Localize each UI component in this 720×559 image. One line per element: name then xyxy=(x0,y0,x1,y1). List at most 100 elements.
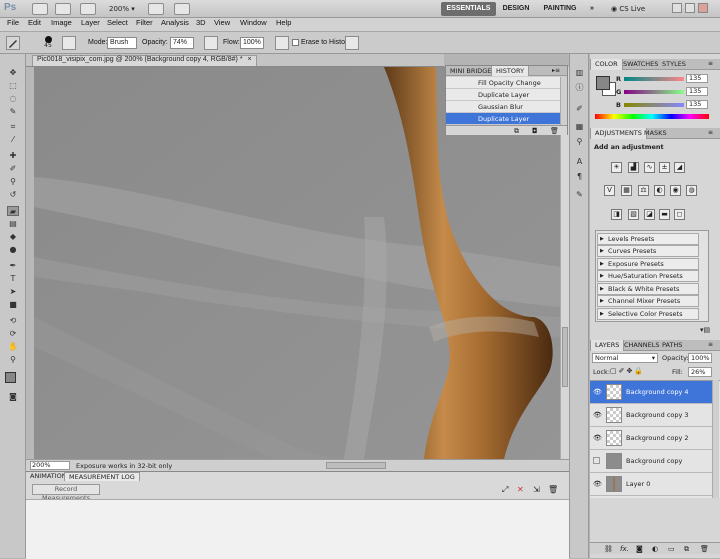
vibrance-icon[interactable]: ◢ xyxy=(674,162,685,173)
erase-to-history-checkbox[interactable] xyxy=(292,39,299,46)
zoom-tool-icon[interactable]: ⚲ xyxy=(7,355,19,365)
menu-window[interactable]: Window xyxy=(240,18,267,32)
red-value-field[interactable]: 135 xyxy=(686,74,708,83)
menu-3d[interactable]: 3D xyxy=(196,18,206,32)
eraser-tool-icon[interactable]: ▰ xyxy=(7,206,19,216)
link-icon[interactable]: ⛓ xyxy=(604,545,613,553)
horizontal-scroll-thumb[interactable] xyxy=(326,462,386,469)
close-icon[interactable] xyxy=(698,3,708,13)
history-brush-tool-icon[interactable]: ↺ xyxy=(7,190,19,200)
eye-icon[interactable]: 👁 xyxy=(593,388,602,396)
preset-black-white[interactable]: Black & White Presets xyxy=(597,283,699,295)
paragraph-icon[interactable]: ¶ xyxy=(574,172,585,182)
tab-paths[interactable]: PATHS xyxy=(658,340,686,351)
close-document-icon[interactable]: × xyxy=(248,56,252,63)
selective-color-icon[interactable]: ◻ xyxy=(674,209,685,220)
posterize-icon[interactable]: ▧ xyxy=(628,209,639,220)
history-item-selected[interactable]: Duplicate Layer xyxy=(446,113,560,125)
brush-preset-picker[interactable]: 45 xyxy=(42,35,54,49)
tablet-pressure-size-icon[interactable] xyxy=(345,36,359,50)
folder-icon[interactable]: ▭ xyxy=(668,545,675,553)
history-item[interactable]: Duplicate Layer xyxy=(446,89,560,101)
foreground-color-swatch[interactable] xyxy=(5,372,16,383)
layer-row[interactable]: 👁 Layer 0 xyxy=(590,473,712,496)
blur-tool-icon[interactable]: ◆ xyxy=(7,232,19,242)
export-icon[interactable]: ⇲ xyxy=(533,485,540,494)
minimize-icon[interactable] xyxy=(672,3,682,13)
layers-panel-menu-icon[interactable]: ≡ xyxy=(708,341,713,348)
channel-mixer-icon[interactable]: ◍ xyxy=(686,185,697,196)
color-ramp[interactable] xyxy=(595,114,709,119)
mini-bridge-button[interactable] xyxy=(55,3,71,15)
threshold-icon[interactable]: ◪ xyxy=(644,209,655,220)
new-snapshot-icon[interactable]: ◘ xyxy=(532,127,538,135)
lock-transparency-icon[interactable]: ▢ xyxy=(610,367,619,375)
cs-live-button[interactable]: ◉ CS Live xyxy=(611,3,645,15)
dodge-tool-icon[interactable]: ● xyxy=(7,245,19,255)
layer-row[interactable]: Background copy xyxy=(590,450,712,473)
vertical-scroll-thumb[interactable] xyxy=(562,327,568,387)
delete-state-icon[interactable]: 🗑 xyxy=(550,127,559,135)
menu-file[interactable]: File xyxy=(7,18,19,32)
path-selection-tool-icon[interactable]: ➤ xyxy=(7,287,19,297)
tab-channels[interactable]: CHANNELS xyxy=(620,340,663,351)
document-tab[interactable]: Pic0018_visipix_com.jpg @ 200% (Backgrou… xyxy=(32,55,257,66)
lock-options[interactable]: ▢✐✥🔒 xyxy=(610,367,645,375)
mask-icon[interactable]: ◙ xyxy=(636,545,643,553)
menu-layer[interactable]: Layer xyxy=(81,18,100,32)
more-workspaces-icon[interactable]: » xyxy=(586,2,598,16)
lock-all-icon[interactable]: 🔒 xyxy=(634,367,645,375)
layers-scrollbar[interactable] xyxy=(712,380,719,498)
green-value-field[interactable]: 135 xyxy=(686,87,708,96)
maximize-icon[interactable] xyxy=(685,3,695,13)
black-white-icon[interactable]: ◐ xyxy=(654,185,665,196)
info-icon[interactable]: ⓘ xyxy=(574,83,585,93)
layer-opacity-field[interactable]: 100% xyxy=(688,353,712,363)
preset-levels[interactable]: Levels Presets xyxy=(597,233,699,245)
tab-styles[interactable]: STYLES xyxy=(658,59,690,70)
brush-panel-icon[interactable]: ▦ xyxy=(574,122,585,132)
histogram-icon[interactable]: ▥ xyxy=(574,68,585,78)
hue-saturation-icon[interactable]: ▦ xyxy=(621,185,632,196)
tool-presets-icon[interactable]: ✐ xyxy=(574,104,585,114)
gradient-tool-icon[interactable]: ▤ xyxy=(7,219,19,229)
arrange-documents-button[interactable] xyxy=(148,3,164,15)
blue-slider[interactable] xyxy=(624,103,684,107)
deselect-icon[interactable]: ✕ xyxy=(517,485,524,494)
brush-panel-toggle-icon[interactable] xyxy=(62,36,76,50)
history-item[interactable]: Fill Opacity Change xyxy=(446,77,560,89)
history-item[interactable]: Gaussian Blur xyxy=(446,101,560,113)
eye-icon[interactable]: 👁 xyxy=(593,411,602,419)
screen-mode-button[interactable] xyxy=(174,3,190,15)
preset-curves[interactable]: Curves Presets xyxy=(597,245,699,257)
curves-icon[interactable]: ∿ xyxy=(644,162,655,173)
bridge-button[interactable] xyxy=(32,3,48,15)
workspace-painting[interactable]: PAINTING xyxy=(540,2,580,16)
brightness-contrast-icon[interactable]: ☀ xyxy=(611,162,622,173)
menu-filter[interactable]: Filter xyxy=(136,18,153,32)
gradient-map-icon[interactable]: ▬ xyxy=(659,209,670,220)
tab-mini-bridge[interactable]: MINI BRIDGE xyxy=(446,66,495,76)
eye-icon[interactable]: 👁 xyxy=(593,434,602,442)
eye-hidden-icon[interactable] xyxy=(593,457,600,464)
delete-measurement-icon[interactable]: 🗑 xyxy=(548,485,558,494)
trash-icon[interactable]: 🗑 xyxy=(700,545,709,553)
fill-field[interactable]: 26% xyxy=(688,367,712,377)
mode-select[interactable]: Brush xyxy=(107,37,137,49)
vibrance-v-icon[interactable]: V xyxy=(604,185,615,196)
tab-masks[interactable]: MASKS xyxy=(640,128,671,139)
character-icon[interactable]: A xyxy=(574,157,585,167)
layer-row[interactable]: 👁 Background copy 3 xyxy=(590,404,712,427)
spot-healing-tool-icon[interactable]: ✚ xyxy=(7,151,19,161)
preset-hue-saturation[interactable]: Hue/Saturation Presets xyxy=(597,270,699,282)
tab-swatches[interactable]: SWATCHES xyxy=(619,59,662,70)
menu-image[interactable]: Image xyxy=(51,18,72,32)
green-slider[interactable] xyxy=(624,90,684,94)
history-panel-menu-icon[interactable]: ▸≡ xyxy=(552,67,560,74)
fx-icon[interactable]: fx. xyxy=(620,545,629,553)
menu-select[interactable]: Select xyxy=(107,18,128,32)
pen-tool-icon[interactable]: ✒ xyxy=(7,261,19,271)
marquee-tool-icon[interactable]: ⬚ xyxy=(7,81,19,91)
opacity-field[interactable]: 74% xyxy=(170,37,194,49)
notes-icon[interactable]: ✎ xyxy=(574,190,585,200)
